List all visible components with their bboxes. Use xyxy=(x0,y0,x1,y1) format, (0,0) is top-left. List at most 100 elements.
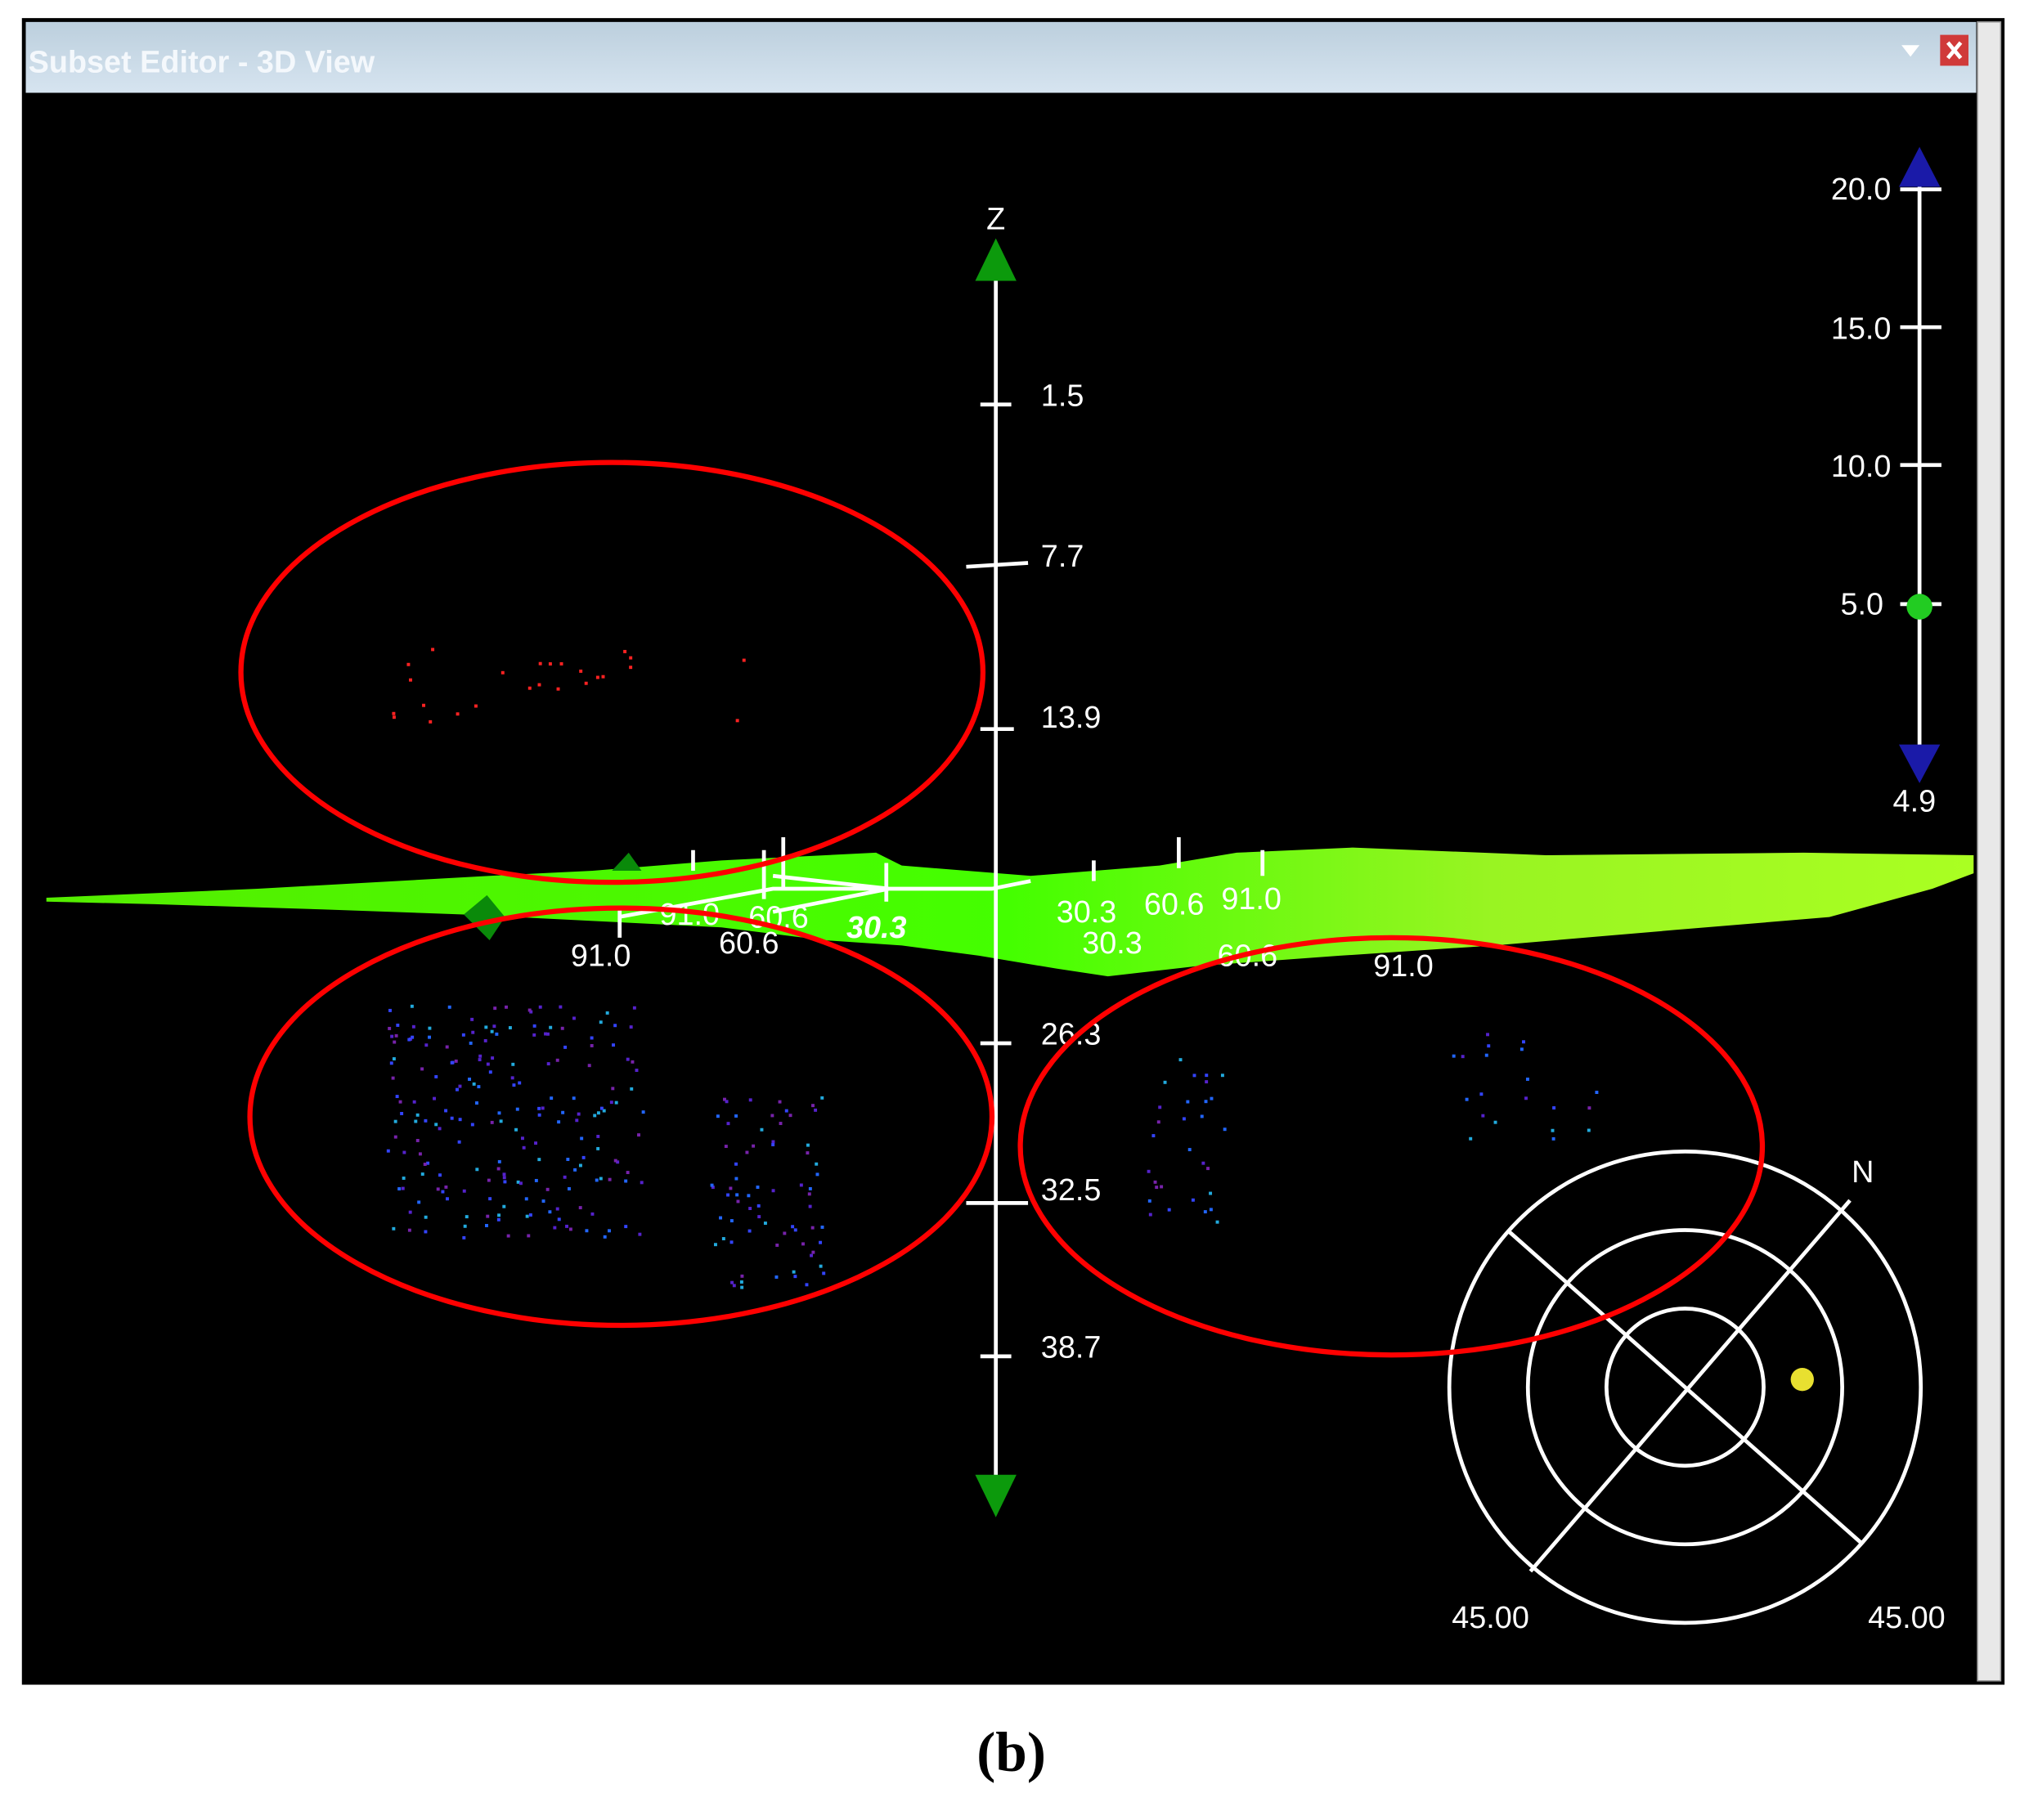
compass-north-label: N xyxy=(1852,1155,1874,1190)
point xyxy=(1182,1117,1186,1121)
point xyxy=(415,1113,420,1117)
point xyxy=(415,1138,420,1142)
point xyxy=(1156,1120,1160,1124)
point xyxy=(426,1161,430,1165)
point xyxy=(444,1185,448,1189)
point xyxy=(638,1232,642,1236)
point xyxy=(608,1177,612,1181)
scale-tick-label: 10.0 xyxy=(1831,450,1892,484)
point xyxy=(497,1213,501,1217)
point xyxy=(793,1275,797,1279)
point xyxy=(573,1168,577,1172)
point xyxy=(548,1210,552,1214)
point xyxy=(719,1216,723,1220)
point xyxy=(431,648,435,652)
point xyxy=(801,1242,805,1246)
point xyxy=(624,1225,628,1229)
point xyxy=(487,1178,491,1182)
point xyxy=(418,1152,422,1156)
point xyxy=(402,1150,406,1154)
point xyxy=(538,661,542,666)
point xyxy=(393,1135,397,1139)
point xyxy=(805,1283,809,1287)
point xyxy=(510,1076,514,1080)
point xyxy=(428,1026,432,1030)
point xyxy=(735,719,739,723)
point xyxy=(641,1110,645,1114)
axis-label: 30.3 xyxy=(1057,895,1117,930)
point xyxy=(572,1016,576,1020)
point xyxy=(1551,1128,1555,1132)
point xyxy=(563,1175,567,1179)
point xyxy=(590,1212,595,1216)
point xyxy=(752,1144,756,1148)
point xyxy=(470,1123,474,1127)
figure-caption: (b) xyxy=(976,1720,1046,1783)
point xyxy=(524,1197,528,1201)
point xyxy=(1595,1091,1599,1094)
point xyxy=(1484,1053,1488,1057)
point xyxy=(559,1005,563,1009)
point xyxy=(775,1244,779,1247)
point xyxy=(770,1114,774,1118)
point xyxy=(389,1061,393,1065)
point xyxy=(406,662,411,666)
point xyxy=(1481,1114,1485,1118)
point xyxy=(807,1192,811,1196)
point xyxy=(528,1213,532,1217)
scrollbar[interactable] xyxy=(1977,21,2002,1682)
point xyxy=(612,1043,615,1047)
point xyxy=(474,704,478,708)
point xyxy=(478,1054,483,1058)
point xyxy=(601,675,605,679)
point xyxy=(599,1177,603,1181)
point xyxy=(629,656,633,660)
point xyxy=(1587,1106,1591,1110)
point xyxy=(563,1045,568,1049)
point xyxy=(393,1040,397,1044)
point xyxy=(822,1271,826,1275)
point xyxy=(391,1076,395,1080)
point xyxy=(1147,1169,1151,1173)
point xyxy=(423,1163,427,1166)
point xyxy=(613,1159,617,1163)
scale-slider-handle[interactable] xyxy=(1906,594,1932,620)
point xyxy=(710,1183,714,1187)
point xyxy=(811,1104,815,1108)
axis-label: 30.3 xyxy=(846,911,907,945)
point xyxy=(631,1060,635,1064)
point xyxy=(748,1098,752,1102)
point xyxy=(461,1033,465,1037)
point xyxy=(501,670,505,675)
point xyxy=(541,1199,545,1203)
point xyxy=(422,703,426,707)
scale-tick-label: 20.0 xyxy=(1831,173,1892,207)
point xyxy=(1155,1186,1159,1190)
point xyxy=(1525,1077,1529,1081)
point xyxy=(1192,1074,1196,1078)
point xyxy=(521,1136,524,1141)
point xyxy=(518,1181,523,1186)
point xyxy=(458,1084,462,1088)
point xyxy=(445,1045,449,1049)
point xyxy=(611,1087,615,1091)
point xyxy=(412,1100,416,1104)
point xyxy=(740,1285,744,1289)
point xyxy=(522,1145,526,1150)
point xyxy=(726,1193,730,1197)
point xyxy=(1552,1106,1556,1109)
point xyxy=(593,1114,597,1118)
point xyxy=(438,1127,442,1131)
point xyxy=(549,1025,553,1029)
point xyxy=(557,1120,561,1124)
point xyxy=(450,1116,454,1120)
point xyxy=(578,1163,582,1168)
point xyxy=(420,1172,424,1176)
close-button[interactable] xyxy=(1940,34,1968,66)
point xyxy=(550,1096,554,1101)
point xyxy=(1204,1100,1208,1104)
point xyxy=(424,1043,429,1047)
point xyxy=(1524,1096,1528,1101)
point xyxy=(537,1158,541,1162)
point xyxy=(532,1024,536,1028)
